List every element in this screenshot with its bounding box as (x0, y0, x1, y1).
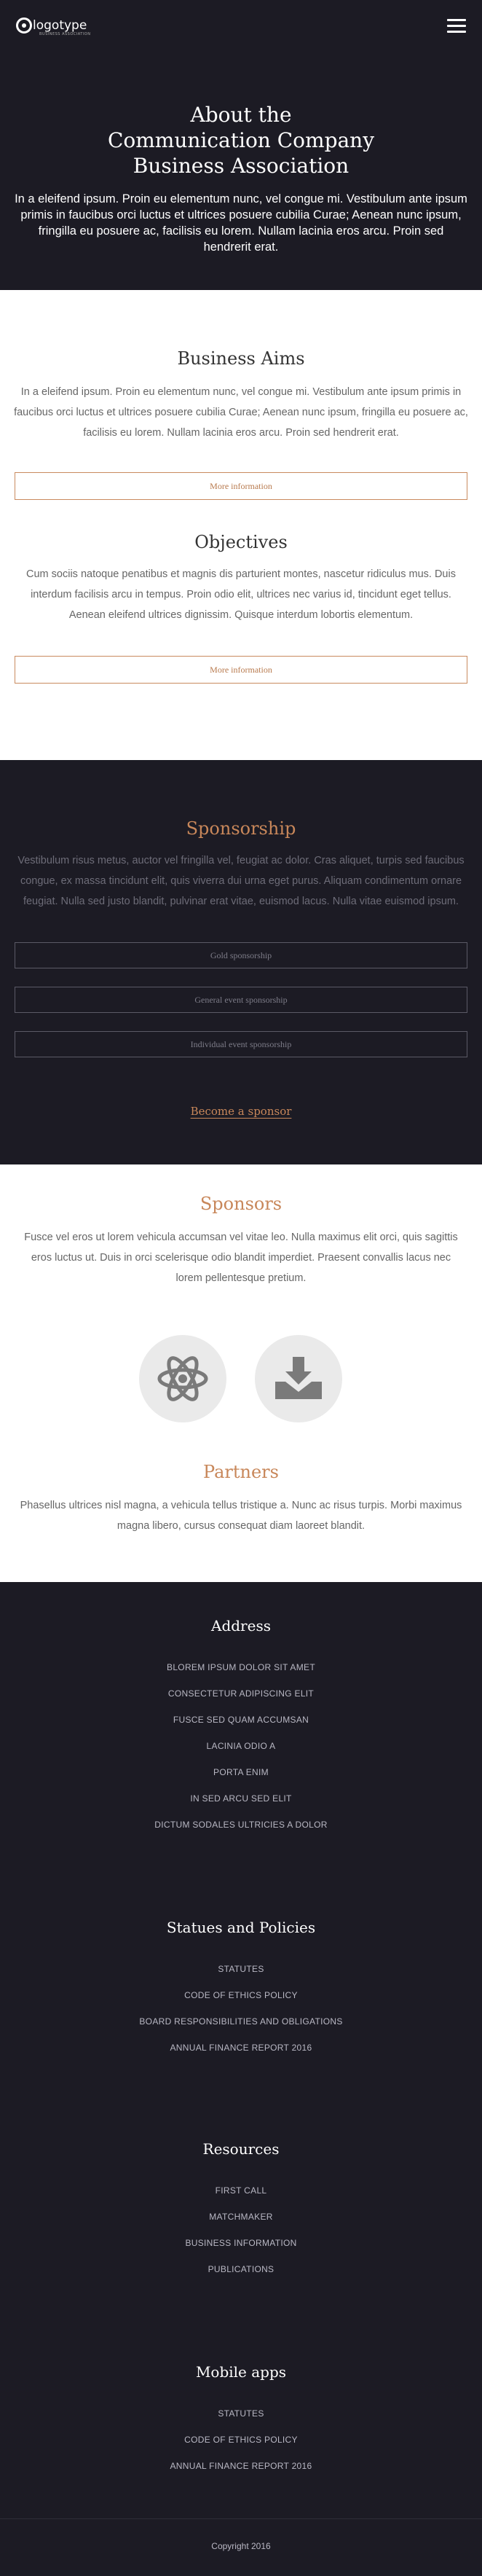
address-line: CONSECTETUR ADIPISCING ELIT (167, 1688, 315, 1699)
address-line: PORTA ENIM (213, 1767, 269, 1777)
partners-title: Partners (203, 1462, 279, 1482)
individual-event-sponsorship-button[interactable]: Individual event sponsorship (15, 1031, 467, 1057)
sponsor-logo-atom[interactable] (139, 1335, 226, 1422)
become-sponsor-wrap: Become a sponsor (0, 1104, 482, 1118)
logo-subtitle: BUSINESS ASSOCIATION (39, 32, 91, 36)
title-line: Business Association (133, 154, 349, 178)
address-line: BLOREM IPSUM DOLOR SIT AMET (167, 1662, 315, 1672)
footer-link-mobile-code-of-ethics[interactable]: CODE OF ETHICS POLICY (0, 2435, 482, 2445)
logo[interactable]: logotype BUSINESS ASSOCIATION (16, 17, 91, 36)
footer: Address BLOREM IPSUM DOLOR SIT AMET CONS… (0, 1582, 482, 2576)
page-title: About the Communication Company Business… (0, 102, 482, 179)
title-line: Communication Company (107, 128, 375, 152)
aims-more-button[interactable]: More information (15, 472, 467, 500)
resources-title: Resources (202, 2140, 280, 2158)
sponsorship-title: Sponsorship (186, 818, 296, 839)
objectives-title: Objectives (194, 532, 288, 552)
hero-intro: In a eleifend ipsum. Proin eu elementum … (15, 192, 467, 254)
logo-text: logotype (33, 17, 87, 33)
sponsors-section: Sponsors Fusce vel eros ut lorem vehicul… (0, 1164, 482, 1582)
footer-link-mobile-statutes[interactable]: STATUTES (0, 2408, 482, 2419)
statues-title: Statues and Policies (166, 1919, 316, 1936)
sponsorship-section: Sponsorship Vestibulum risus metus, auct… (0, 760, 482, 1164)
sponsorship-text: Vestibulum risus metus, auctor vel fring… (17, 855, 465, 907)
footer-link-first-call[interactable]: FIRST CALL (0, 2185, 482, 2196)
aims-section: Business Aims In a eleifend ipsum. Proin… (0, 290, 482, 760)
atom-icon (157, 1356, 208, 1401)
general-event-sponsorship-button[interactable]: General event sponsorship (15, 987, 467, 1013)
address-line: DICTUM SODALES ULTRICIES A DOLOR (154, 1820, 328, 1830)
aims-title: Business Aims (177, 348, 305, 369)
sponsor-logo-download[interactable] (255, 1335, 342, 1422)
partners-text: Phasellus ultrices nisl magna, a vehicul… (20, 1500, 462, 1532)
footer-link-annual-report[interactable]: ANNUAL FINANCE REPORT 2016 (0, 2043, 482, 2053)
logo-circle-icon (16, 17, 32, 34)
footer-link-mobile-annual-report[interactable]: ANNUAL FINANCE REPORT 2016 (0, 2461, 482, 2471)
footer-link-business-information[interactable]: BUSINESS INFORMATION (0, 2238, 482, 2248)
title-line: About the (190, 103, 292, 127)
footer-link-board-responsibilities[interactable]: BOARD RESPONSIBILITIES AND OBLIGATIONS (0, 2016, 482, 2027)
footer-link-publications[interactable]: PUBLICATIONS (0, 2264, 482, 2274)
footer-link-code-of-ethics[interactable]: CODE OF ETHICS POLICY (0, 1990, 482, 2000)
gold-sponsorship-button[interactable]: Gold sponsorship (15, 942, 467, 968)
sponsors-text: Fusce vel eros ut lorem vehicula accumsa… (24, 1232, 458, 1284)
footer-link-statutes[interactable]: STATUTES (0, 1964, 482, 1974)
copyright-bar: Copyright 2016 (0, 2518, 482, 2576)
page: logotype BUSINESS ASSOCIATION About the … (0, 0, 482, 2576)
copyright-text: Copyright 2016 (211, 2541, 271, 2551)
become-sponsor-link[interactable]: Become a sponsor (191, 1105, 292, 1118)
address-line: IN SED ARCU SED ELIT (190, 1793, 292, 1804)
hero-section: logotype BUSINESS ASSOCIATION About the … (0, 0, 482, 290)
address-line: LACINIA ODIO A (206, 1741, 276, 1751)
footer-link-matchmaker[interactable]: MATCHMAKER (0, 2212, 482, 2222)
sponsors-title: Sponsors (199, 1194, 283, 1214)
download-tray-icon (275, 1357, 322, 1399)
aims-text: In a eleifend ipsum. Proin eu elementum … (14, 386, 468, 439)
mobile-apps-title: Mobile apps (195, 2363, 287, 2381)
address-line: FUSCE SED QUAM ACCUMSAN (173, 1715, 309, 1725)
address-title: Address (211, 1617, 271, 1635)
objectives-text: Cum sociis natoque penatibus et magnis d… (26, 568, 456, 621)
objectives-more-button[interactable]: More information (15, 656, 467, 684)
menu-icon[interactable] (447, 19, 466, 34)
